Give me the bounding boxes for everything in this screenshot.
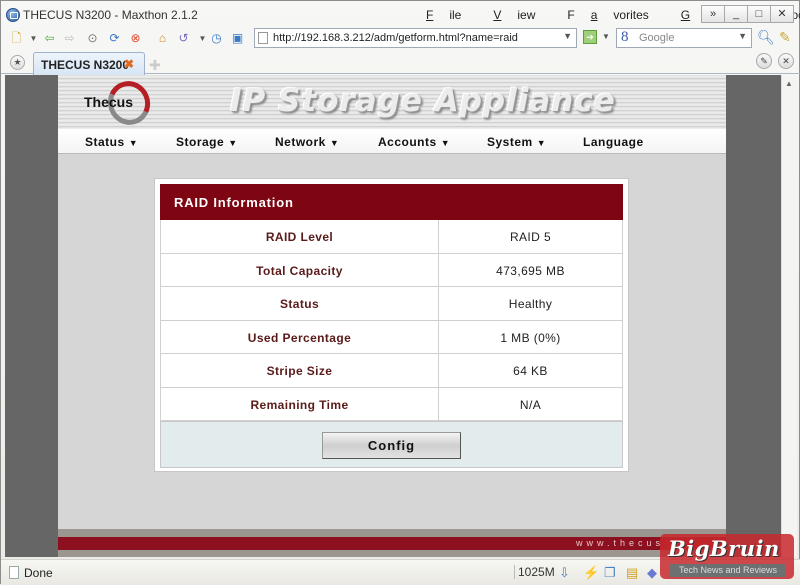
- row-value: N/A: [519, 397, 542, 412]
- search-box[interactable]: 8 Google ▼: [616, 28, 752, 48]
- table-row: Status Healthy: [160, 287, 623, 321]
- vertical-scrollbar[interactable]: ▲: [781, 75, 797, 557]
- row-value: 1 MB (0%): [500, 330, 561, 345]
- stop-icon[interactable]: ⊗: [128, 31, 143, 46]
- cascade-windows-icon[interactable]: ❐: [604, 565, 616, 581]
- caret-down-icon: ▼: [128, 138, 139, 148]
- row-label: Stripe Size: [161, 354, 439, 387]
- search-input[interactable]: Google: [639, 32, 674, 44]
- nav-storage[interactable]: Storage ▼: [176, 135, 238, 149]
- thecus-logo: Thecus: [84, 94, 134, 110]
- tab-close-icon[interactable]: ✖: [124, 57, 134, 71]
- table-row: Stripe Size 64 KB: [160, 354, 623, 388]
- row-value: Healthy: [508, 297, 553, 311]
- new-tab-icon[interactable]: ✚: [149, 57, 161, 74]
- memory-usage[interactable]: 1025M: [514, 565, 555, 579]
- title-bar: THECUS N3200 - Maxthon 2.1.2 File View F…: [1, 1, 800, 28]
- raid-info-table: RAID Level RAID 5 Total Capacity 473,695 M…: [160, 220, 623, 421]
- go-button[interactable]: ➔: [583, 30, 597, 44]
- table-row: Remaining Time N/A: [160, 387, 623, 421]
- raid-info-panel: RAID Information RAID Level RAID 5 Total …: [154, 178, 629, 472]
- row-label: Status: [161, 287, 439, 320]
- thecus-admin-page: Thecus IP Storage Appliance Status ▼ Stor…: [58, 75, 726, 557]
- favorites-star-icon[interactable]: ★: [10, 55, 25, 70]
- caret-down-icon: ▼: [228, 138, 238, 148]
- tab-strip: ★ THECUS N3200 ✖ ✚: [1, 50, 800, 75]
- row-label: Total Capacity: [161, 253, 439, 286]
- address-bar[interactable]: http://192.168.3.212/adm/getform.html?na…: [254, 28, 577, 48]
- clock-icon[interactable]: ◷: [209, 31, 224, 46]
- address-dropdown-icon[interactable]: ▼: [563, 31, 572, 41]
- lightning-icon[interactable]: ⚡: [583, 565, 599, 581]
- page-icon: [258, 32, 268, 44]
- banner-title: IP Storage Appliance: [230, 83, 616, 119]
- new-page-icon[interactable]: 🗋: [9, 31, 24, 46]
- close-button[interactable]: ✕: [770, 5, 794, 23]
- chevron-menu-button[interactable]: »: [701, 5, 725, 23]
- download-icon[interactable]: ⇩: [559, 565, 570, 581]
- folder-icon[interactable]: ▤: [626, 565, 638, 581]
- tools-wrench-icon[interactable]: ✎: [756, 53, 772, 69]
- footer-url: www.thecus: [576, 538, 665, 548]
- nav-system[interactable]: System ▼: [487, 135, 546, 149]
- row-value: 473,695 MB: [496, 263, 565, 278]
- refresh-icon[interactable]: ⟳: [107, 31, 122, 46]
- bigbruin-watermark: BigBruin Tech News and Reviews: [660, 534, 794, 579]
- maximize-button[interactable]: □: [747, 5, 771, 23]
- row-label: Remaining Time: [161, 387, 439, 420]
- undo-close-icon[interactable]: ↺: [176, 31, 191, 46]
- row-value: RAID 5: [509, 230, 552, 244]
- nav-language[interactable]: Language: [583, 135, 644, 149]
- menu-favorites[interactable]: Fa vorites: [567, 8, 664, 22]
- book-icon[interactable]: ◆: [647, 565, 657, 581]
- row-label: RAID Level: [161, 220, 439, 253]
- back-icon[interactable]: ⇦: [42, 31, 57, 46]
- caret-down-icon: ▼: [329, 138, 340, 148]
- search-dropdown-icon[interactable]: ▼: [738, 31, 747, 41]
- window-list-icon[interactable]: ▣: [230, 31, 245, 46]
- undo-dropdown-icon[interactable]: ▼: [195, 31, 210, 46]
- status-text: Done: [24, 566, 53, 580]
- nav-status[interactable]: Status ▼: [85, 135, 138, 149]
- main-nav: Status ▼ Storage ▼ Network ▼ Accounts ▼ Syst…: [58, 129, 726, 154]
- caret-down-icon: ▼: [440, 138, 451, 148]
- caret-down-icon: ▼: [536, 138, 547, 148]
- watermark-subtitle: Tech News and Reviews: [670, 564, 786, 577]
- header-banner: Thecus IP Storage Appliance: [58, 75, 726, 131]
- history-dropdown-icon[interactable]: ⊙: [85, 31, 100, 46]
- watermark-title: BigBruin: [668, 536, 780, 561]
- window-title: THECUS N3200 - Maxthon 2.1.2: [23, 8, 198, 22]
- panel-footer: Config: [160, 421, 623, 468]
- browser-window: THECUS N3200 - Maxthon 2.1.2 File View F…: [0, 0, 800, 585]
- go-dropdown-icon[interactable]: ▼: [602, 32, 610, 41]
- menu-file[interactable]: File: [426, 8, 477, 22]
- scroll-up-icon[interactable]: ▲: [785, 79, 793, 88]
- table-row: RAID Level RAID 5: [160, 220, 623, 254]
- search-icon[interactable]: 🔍︎: [757, 29, 775, 46]
- panel-title: RAID Information: [160, 184, 623, 220]
- tab-label: THECUS N3200: [41, 58, 130, 72]
- search-engine-icon[interactable]: 8: [621, 29, 629, 46]
- table-row: Total Capacity 473,695 MB: [160, 253, 623, 287]
- nav-accounts[interactable]: Accounts ▼: [378, 135, 450, 149]
- page-status-icon: [9, 566, 19, 579]
- config-button[interactable]: Config: [322, 432, 461, 459]
- maxthon-app-icon: [6, 8, 20, 22]
- window-controls: » _ □ ✕: [701, 5, 794, 23]
- row-value: 64 KB: [513, 364, 548, 378]
- close-tab-icon[interactable]: ✕: [778, 53, 794, 69]
- menu-view[interactable]: View: [493, 8, 551, 22]
- new-page-dropdown-icon[interactable]: ▼: [26, 31, 41, 46]
- table-row: Used Percentage 1 MB (0%): [160, 320, 623, 354]
- highlight-icon[interactable]: ✎: [779, 29, 791, 46]
- minimize-button[interactable]: _: [724, 5, 748, 23]
- forward-icon[interactable]: ⇨: [62, 31, 77, 46]
- address-input[interactable]: http://192.168.3.212/adm/getform.html?na…: [273, 32, 518, 44]
- tab-thecus-n3200[interactable]: THECUS N3200 ✖: [33, 52, 145, 75]
- row-label: Used Percentage: [161, 320, 439, 353]
- nav-network[interactable]: Network ▼: [275, 135, 339, 149]
- home-icon[interactable]: ⌂: [155, 31, 170, 46]
